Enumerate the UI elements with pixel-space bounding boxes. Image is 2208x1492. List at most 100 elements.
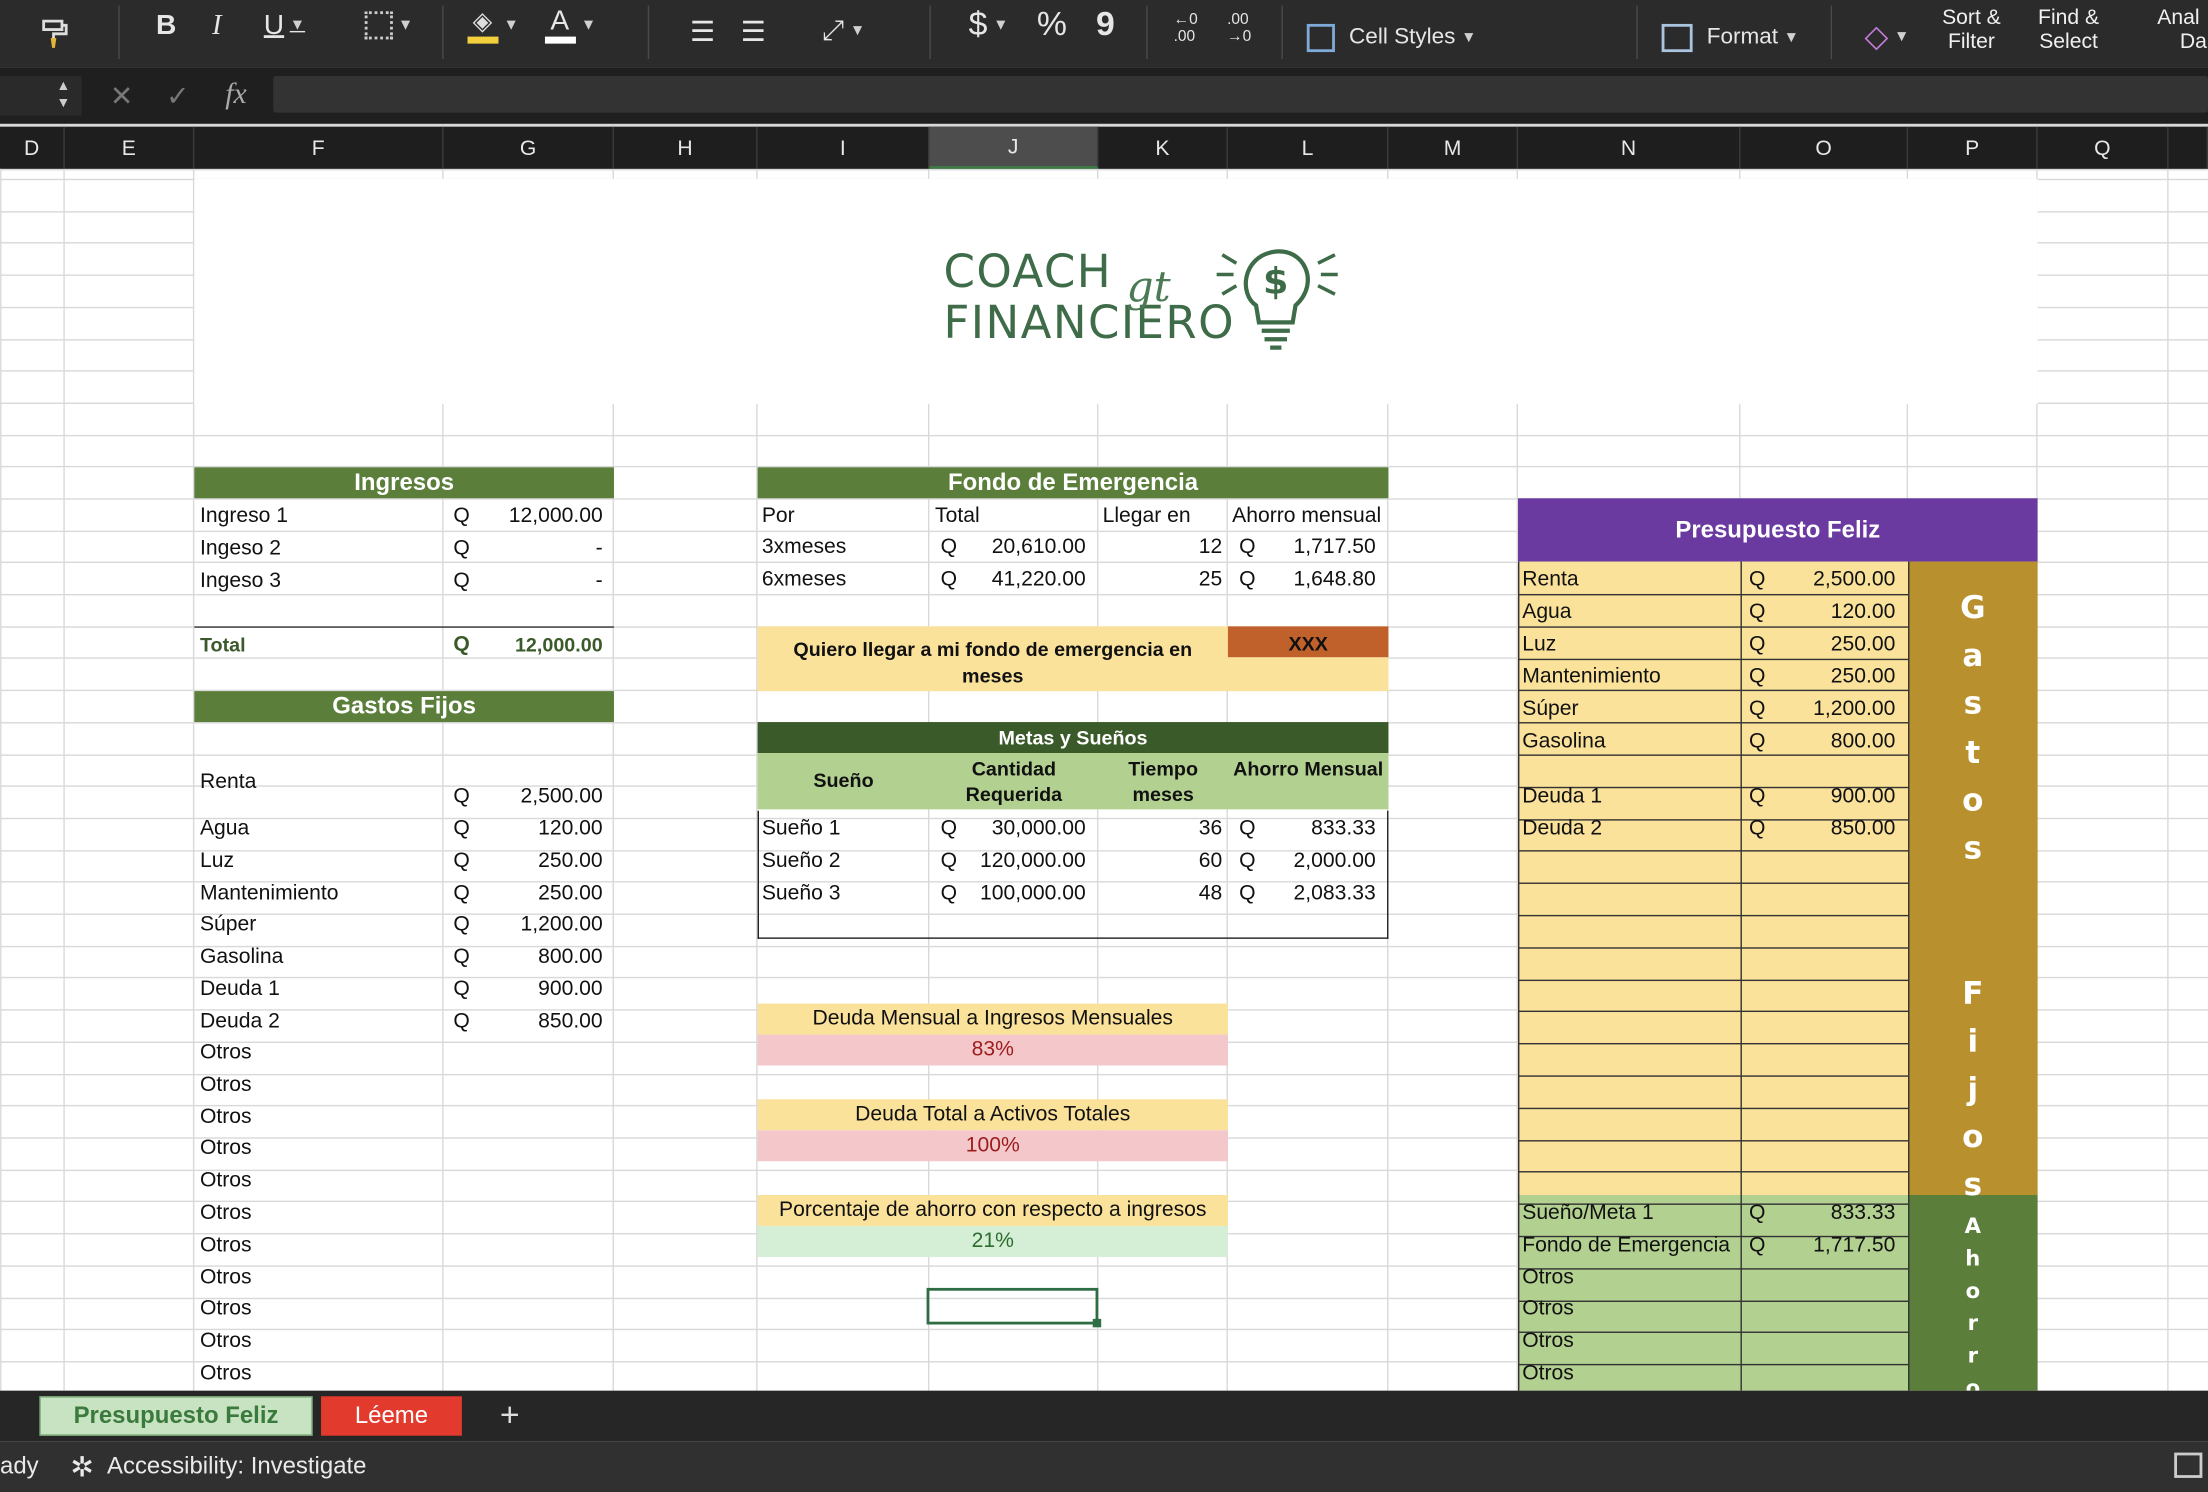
- bold-button[interactable]: B: [149, 8, 183, 42]
- presupuesto-col-line: [1517, 561, 1520, 1391]
- column-headers: DEFGHIJKLMNOPQ: [0, 123, 2208, 169]
- fondo-column-header: Total: [935, 503, 980, 528]
- ingreso-label: Ingeso 3: [199, 568, 281, 593]
- fill-handle[interactable]: [1092, 1318, 1102, 1328]
- ratio-value: 21%: [971, 1228, 1014, 1253]
- sort-filter-label-1: Sort &: [1942, 5, 2001, 30]
- column-header-p[interactable]: P: [1908, 126, 2038, 169]
- otros-label: Otros: [199, 1040, 252, 1065]
- fondo-meses: 12: [1198, 534, 1223, 559]
- meses-input-value: XXX: [1288, 631, 1328, 655]
- sheet-tab-leeme[interactable]: Léeme: [321, 1396, 462, 1436]
- clear-button[interactable]: ◇ ▼: [1853, 17, 1921, 56]
- percent-style-button[interactable]: %: [1031, 6, 1073, 45]
- borders-button[interactable]: ▼: [355, 8, 423, 42]
- column-header-n[interactable]: N: [1518, 126, 1741, 169]
- quiero-llegar-fill-2: [1227, 657, 1389, 692]
- find-select-button[interactable]: Find & Select: [2028, 6, 2110, 54]
- increase-indent-icon[interactable]: ☰: [732, 14, 774, 48]
- gasto-label: Mantenimiento: [199, 880, 339, 905]
- format-painter-icon[interactable]: [31, 11, 79, 56]
- formula-input[interactable]: [273, 76, 2208, 113]
- accounting-format-button[interactable]: $ ▼: [955, 6, 1023, 45]
- presupuesto-ahorro-label: Fondo de Emergencia: [1522, 1232, 1731, 1257]
- currency-symbol: Q: [453, 976, 470, 1001]
- gasto-label: Renta: [199, 769, 257, 794]
- add-sheet-button[interactable]: +: [484, 1396, 535, 1435]
- presupuesto-row-line: [1517, 979, 1909, 982]
- column-header-k[interactable]: K: [1098, 126, 1228, 169]
- fx-icon[interactable]: fx: [225, 76, 246, 111]
- column-header-r[interactable]: [2169, 126, 2208, 169]
- ingreso-label: Ingreso 1: [199, 503, 289, 528]
- column-header-o[interactable]: O: [1740, 126, 1909, 169]
- gasto-label: Súper: [199, 912, 257, 937]
- analyze-data-button[interactable]: Anal Da: [2157, 6, 2208, 54]
- name-box[interactable]: ▲ ▼: [0, 76, 82, 116]
- column-header-d[interactable]: D: [0, 126, 65, 169]
- ingreso-value: 12,000.00: [508, 503, 603, 528]
- format-label: Format: [1706, 25, 1779, 50]
- column-header-m[interactable]: M: [1388, 126, 1518, 169]
- name-box-stepper-icon: ▲ ▼: [56, 78, 71, 112]
- presupuesto-feliz-header: Presupuesto Feliz: [1517, 498, 2038, 562]
- quiero-llegar-text: Quiero llegar a mi fondo de emergencia e…: [793, 637, 1193, 687]
- enter-icon[interactable]: ✓: [166, 79, 190, 114]
- column-header-e[interactable]: E: [65, 126, 195, 169]
- format-button[interactable]: Format ▼: [1661, 20, 1817, 57]
- ratio-value: 83%: [971, 1037, 1014, 1062]
- eraser-icon: ◇: [1864, 18, 1889, 54]
- cancel-icon[interactable]: ✕: [110, 79, 134, 114]
- fondo-total: 41,220.00: [991, 567, 1086, 592]
- otros-label: Otros: [199, 1296, 252, 1321]
- paint-bucket-icon: ◈: [466, 7, 498, 44]
- analyze-label-2: Da: [2179, 29, 2207, 54]
- column-header-l[interactable]: L: [1228, 126, 1389, 169]
- otros-label: Otros: [199, 1200, 252, 1225]
- italic-button[interactable]: I: [200, 8, 234, 42]
- currency-symbol: Q: [453, 568, 470, 593]
- cell-styles-button[interactable]: Cell Styles ▼: [1306, 20, 1504, 57]
- presupuesto-gasto-value: 850.00: [1830, 816, 1896, 841]
- underline-button[interactable]: U ▼: [251, 8, 319, 42]
- presupuesto-gasto-value: 120.00: [1830, 599, 1896, 624]
- decrease-decimal-icon[interactable]: .00 →0: [1217, 6, 1262, 51]
- fill-color-button[interactable]: ◈ ▼: [459, 6, 527, 45]
- comma-style-button[interactable]: 9: [1087, 6, 1124, 45]
- sort-filter-button[interactable]: Sort & Filter: [1932, 6, 2011, 54]
- otros-label: Otros: [199, 1168, 252, 1193]
- meta-ahorro: 2,083.33: [1293, 881, 1376, 906]
- total-value: 12,000.00: [514, 633, 603, 656]
- meta-cantidad: 30,000.00: [991, 816, 1086, 841]
- column-header-i[interactable]: I: [758, 126, 930, 169]
- orientation-button[interactable]: ⤢ ▼: [808, 11, 878, 50]
- selected-cell[interactable]: [926, 1287, 1099, 1325]
- increase-decimal-icon[interactable]: ←0.00: [1163, 6, 1208, 51]
- currency-symbol: Q: [453, 944, 470, 969]
- column-header-j[interactable]: J: [929, 126, 1099, 169]
- sheet-tab-presupuesto-feliz[interactable]: Presupuesto Feliz: [39, 1396, 313, 1436]
- decrease-indent-icon[interactable]: ☰: [682, 14, 724, 48]
- presupuesto-gasto-value: 1,200.00: [1813, 696, 1896, 721]
- meta-meses: 48: [1198, 881, 1223, 906]
- currency-symbol: Q: [453, 631, 470, 656]
- presupuesto-col-line: [1740, 561, 1742, 1391]
- metas-column-header: Tiempo meses: [1128, 757, 1199, 806]
- logo-line-1: COACH: [943, 244, 1113, 299]
- excel-window: B I U ▼ ▼ ◈ ▼ A ▼ ☰ ☰ ⤢ ▼ $ ▼ % 9 ←0.00 .00 →0…: [0, 0, 2208, 1492]
- column-header-g[interactable]: G: [444, 126, 614, 169]
- normal-view-icon[interactable]: [2174, 1452, 2203, 1478]
- presupuesto-gasto-label: Deuda 1: [1522, 784, 1603, 808]
- cell-styles-icon: [1306, 23, 1335, 53]
- meta-name: Sueño 3: [761, 881, 841, 906]
- sort-filter-label-2: Filter: [1947, 29, 1995, 54]
- presupuesto-gasto-label: Súper: [1522, 696, 1579, 721]
- column-header-q[interactable]: Q: [2038, 126, 2169, 169]
- otros-label: Otros: [199, 1232, 252, 1257]
- accessibility-status[interactable]: Accessibility: Investigate: [107, 1453, 366, 1481]
- column-header-f[interactable]: F: [194, 126, 444, 169]
- column-header-h[interactable]: H: [614, 126, 758, 169]
- font-color-button[interactable]: A ▼: [535, 6, 605, 45]
- sheet-grid[interactable]: COACH FINANCIERO gt $ Ingresos Ingreso 1 Q…: [0, 168, 2208, 1391]
- currency-symbol: Q: [453, 1008, 470, 1033]
